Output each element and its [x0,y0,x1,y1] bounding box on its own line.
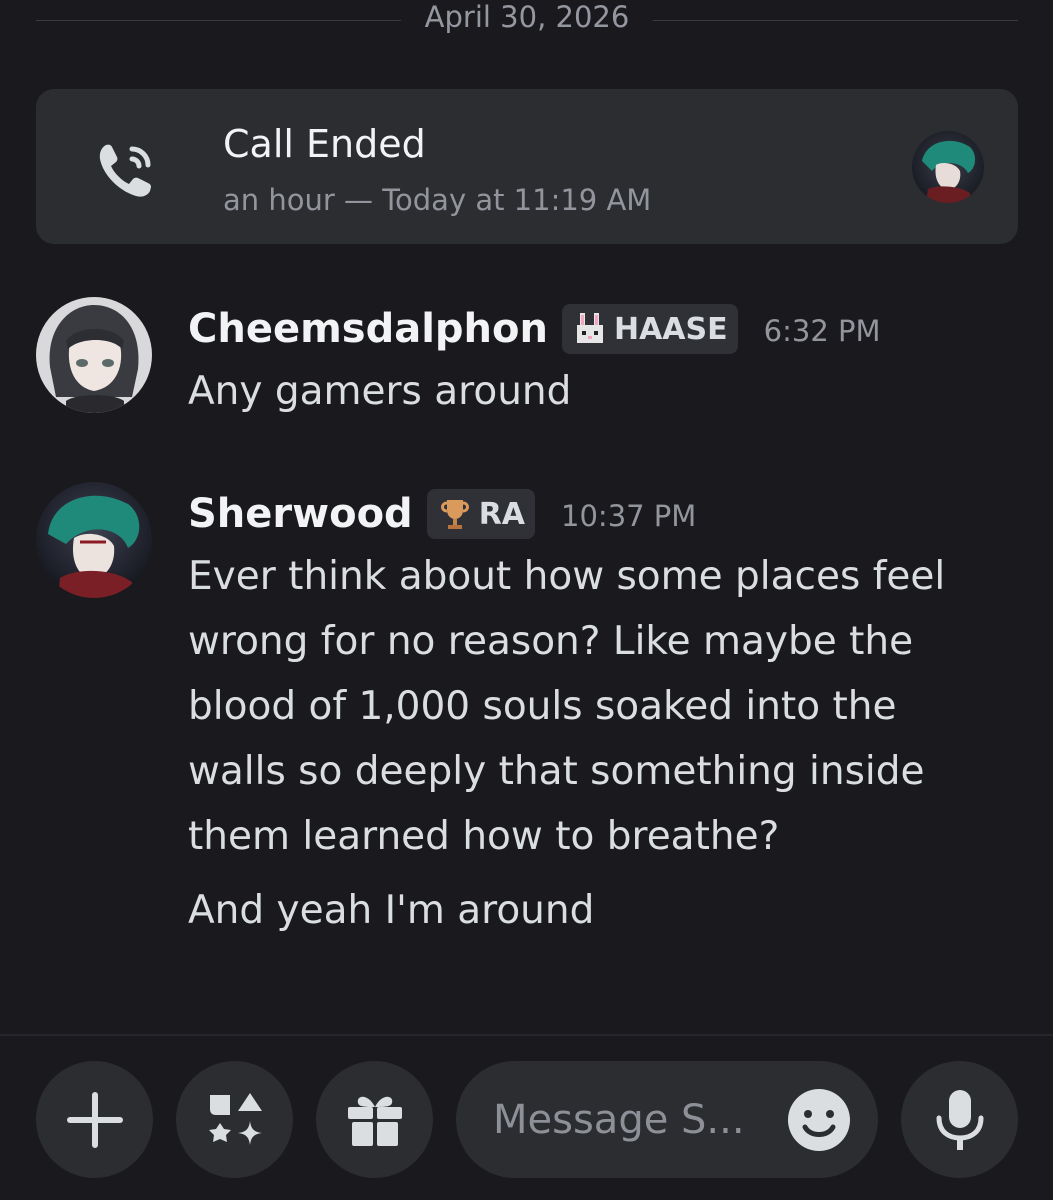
message-line: them learned how to breathe? [188,814,780,859]
message-line: Any gamers around [188,369,572,414]
message-header: Cheemsdalphon HAASE 6:32 PM [188,299,881,359]
server-tag[interactable]: HAASE [561,304,738,354]
timestamp: 10:37 PM [561,499,697,533]
call-participant-avatar[interactable] [912,131,984,203]
message-line: Ever think about how some places feel [188,554,946,599]
date-label: April 30, 2026 [424,0,630,34]
chat-view: April 30, 2026 Call Ended an hour — Toda… [0,0,1053,1200]
message-line: And yeah I'm around [188,888,595,933]
message-content: Any gamers around [188,359,1008,424]
divider-line [653,19,1018,21]
phone-call-icon [99,144,151,197]
date-divider: April 30, 2026 [36,0,1018,40]
avatar[interactable] [36,482,152,598]
plus-icon [66,1091,123,1148]
composer-divider [0,1034,1053,1036]
message-content: Ever think about how some places feel wr… [188,544,1008,869]
message-line: blood of 1,000 souls soaked into the [188,684,897,729]
message-line: wrong for no reason? Like maybe the [188,619,914,664]
call-title: Call Ended [223,122,426,166]
tag-label: RA [478,496,526,532]
username[interactable]: Sherwood [188,484,413,544]
gift-button[interactable] [316,1061,433,1178]
message-header: Sherwood RA 10:37 PM [188,484,696,544]
trophy-icon [440,500,469,529]
apps-icon [208,1092,262,1145]
apps-button[interactable] [176,1061,293,1178]
message-content: And yeah I'm around [188,878,1008,943]
message-placeholder: Message S... [493,1097,745,1143]
voice-message-button[interactable] [901,1061,1018,1178]
bunny-icon [576,313,603,343]
server-tag[interactable]: RA [426,489,536,539]
message-line: walls so deeply that something inside [188,749,925,794]
username[interactable]: Cheemsdalphon [188,299,548,359]
tag-label: HAASE [613,311,728,347]
gift-icon [347,1096,402,1146]
call-ended-card[interactable] [36,89,1018,244]
timestamp: 6:32 PM [763,314,881,348]
add-attachment-button[interactable] [36,1061,153,1178]
call-duration: an hour — Today at 11:19 AM [223,183,652,217]
avatar[interactable] [36,297,152,413]
divider-line [36,19,401,21]
emoji-icon[interactable] [786,1087,852,1153]
microphone-icon [936,1089,983,1150]
